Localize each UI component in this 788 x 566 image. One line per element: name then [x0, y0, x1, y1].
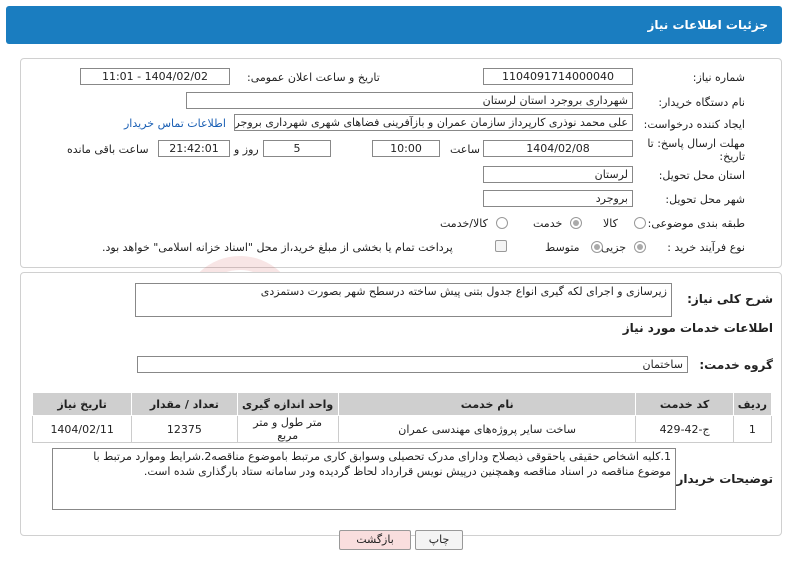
- process-radio-medium[interactable]: [591, 241, 603, 253]
- province-label: استان محل تحویل:: [658, 169, 745, 182]
- creator-label: ایجاد کننده درخواست:: [643, 118, 745, 131]
- category-radio-goods-service[interactable]: [496, 217, 508, 229]
- cell-unit: متر طول و متر مربع: [236, 415, 339, 443]
- category-radio-service[interactable]: [570, 217, 582, 229]
- need-number-field: 1104091714000040: [483, 68, 633, 85]
- announce-label: تاریخ و ساعت اعلان عمومی:: [247, 71, 380, 84]
- remaining-time-field: 21:42:01: [158, 140, 230, 157]
- creator-field: علی محمد نوذری کارپرداز سازمان عمران و ب…: [234, 114, 633, 131]
- category-option-goods-service: کالا/خدمت: [440, 217, 488, 230]
- buyer-org-label: نام دستگاه خریدار:: [658, 96, 745, 109]
- service-group-label: گروه خدمت:: [699, 358, 773, 372]
- cell-qty: 12375: [131, 415, 238, 443]
- process-label: نوع فرآیند خرید :: [667, 241, 745, 254]
- cell-name: ساخت سایر پروژه‌های مهندسی عمران: [337, 415, 637, 443]
- category-option-goods: کالا: [603, 217, 618, 230]
- services-section-title: اطلاعات خدمات مورد نیاز: [622, 321, 773, 335]
- contact-buyer-link[interactable]: اطلاعات تماس خریدار: [124, 117, 226, 130]
- province-field: لرستان: [483, 166, 633, 183]
- table-header-row: ردیف کد خدمت نام خدمت واحد اندازه گیری ت…: [31, 392, 773, 416]
- summary-label: شرح کلی نیاز:: [687, 292, 773, 306]
- deadline-time-field: 10:00: [372, 140, 440, 157]
- page-header: جزئیات اطلاعات نیاز: [6, 6, 782, 44]
- cell-row: 1: [732, 415, 773, 443]
- col-header-name: نام خدمت: [337, 392, 637, 416]
- col-header-row: ردیف: [732, 392, 773, 416]
- buyer-notes-label: توضیحات خریدار:: [671, 472, 773, 486]
- cell-date: 1404/02/11: [31, 415, 133, 443]
- buyer-org-field: شهرداری بروجرد استان لرستان: [186, 92, 633, 109]
- col-header-date: تاریخ نیاز: [31, 392, 133, 416]
- process-option-medium: متوسط: [545, 241, 580, 254]
- need-number-label: شماره نیاز:: [692, 71, 745, 84]
- category-option-service: خدمت: [533, 217, 563, 230]
- days-field: 5: [263, 140, 331, 157]
- announce-field: 1404/02/02 - 11:01: [80, 68, 230, 85]
- services-table: ردیف کد خدمت نام خدمت واحد اندازه گیری ت…: [31, 392, 773, 443]
- process-radio-minor[interactable]: [634, 241, 646, 253]
- payment-note: پرداخت تمام یا بخشی از مبلغ خرید،از محل …: [102, 241, 453, 254]
- cell-code: ج-42-429: [635, 415, 734, 443]
- deadline-date-field: 1404/02/08: [483, 140, 633, 157]
- time-label: ساعت: [450, 143, 480, 156]
- city-label: شهر محل تحویل:: [665, 193, 745, 206]
- category-radio-goods[interactable]: [634, 217, 646, 229]
- print-button[interactable]: چاپ: [415, 530, 463, 550]
- summary-text: زیرسازی و اجرای لکه گیری انواع جدول بتنی…: [135, 283, 672, 317]
- remaining-label: ساعت باقی مانده: [67, 143, 149, 156]
- service-group-field: ساختمان: [137, 356, 688, 373]
- payment-checkbox[interactable]: [495, 240, 507, 252]
- process-option-minor: جزیی: [601, 241, 627, 254]
- days-label: روز و: [234, 143, 259, 156]
- col-header-qty: تعداد / مقدار: [131, 392, 238, 416]
- buyer-notes-text: 1.کلیه اشخاص حقیقی یاحقوقی ذیصلاح ودارای…: [52, 448, 676, 510]
- city-field: بروجرد: [483, 190, 633, 207]
- info-panel: [20, 58, 782, 268]
- back-button[interactable]: بازگشت: [339, 530, 411, 550]
- col-header-code: کد خدمت: [635, 392, 734, 416]
- deadline-label: مهلت ارسال پاسخ: تا تاریخ:: [647, 137, 745, 163]
- page-title: جزئیات اطلاعات نیاز: [647, 18, 768, 32]
- table-row: 1 ج-42-429 ساخت سایر پروژه‌های مهندسی عم…: [31, 415, 773, 443]
- category-label: طبقه بندی موضوعی:: [647, 217, 745, 230]
- col-header-unit: واحد اندازه گیری: [236, 392, 339, 416]
